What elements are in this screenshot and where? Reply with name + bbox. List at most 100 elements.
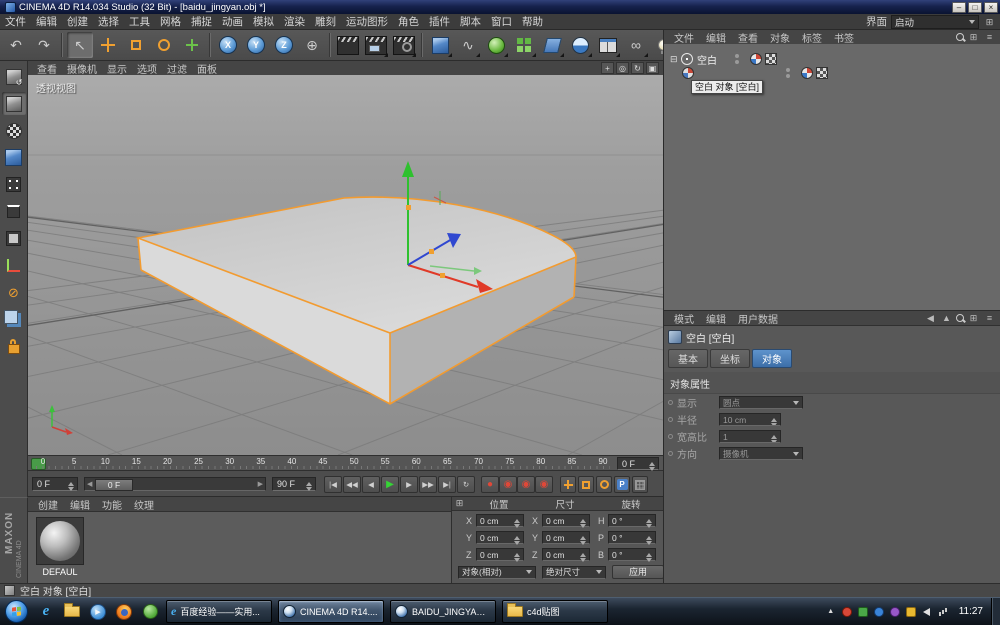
- material-tab[interactable]: 创建: [32, 497, 64, 512]
- phong-tag-icon[interactable]: [750, 53, 762, 65]
- layout-dropdown[interactable]: 启动: [891, 15, 979, 29]
- scale-tool-button[interactable]: [123, 32, 149, 58]
- tab-object[interactable]: 对象: [752, 349, 792, 368]
- redo-button[interactable]: ↷: [31, 32, 57, 58]
- viewport-solo-single-button[interactable]: [2, 308, 26, 331]
- menu-item[interactable]: 捕捉: [186, 14, 217, 29]
- spinner-icon[interactable]: [646, 516, 653, 531]
- coord-mode-dropdown[interactable]: 对象(相对): [458, 566, 536, 579]
- rotate-view-icon[interactable]: ↻: [631, 62, 644, 74]
- tray-security-icon[interactable]: [889, 606, 901, 618]
- timeline-ruler[interactable]: 051015202530354045505560657075808590 0 F: [28, 455, 663, 471]
- size-x-field[interactable]: 0 cm: [542, 514, 590, 527]
- attribute-manager-tab[interactable]: 模式: [668, 311, 700, 326]
- apply-button[interactable]: 应用: [612, 565, 664, 579]
- back-icon[interactable]: ◀: [924, 312, 937, 324]
- render-view-button[interactable]: [335, 32, 361, 58]
- search-icon[interactable]: [956, 33, 964, 41]
- object-row[interactable]: ⊟ 空白: [664, 52, 1000, 66]
- viewport-menu-item[interactable]: 摄像机: [62, 61, 102, 76]
- edges-mode-button[interactable]: [2, 200, 26, 223]
- menu-item[interactable]: 文件: [0, 14, 31, 29]
- lock-z-axis-button[interactable]: Z: [271, 32, 297, 58]
- previous-key-button[interactable]: ◀◀: [343, 476, 361, 493]
- spinner-icon[interactable]: [771, 415, 778, 426]
- viewport-canvas[interactable]: 透视视图: [28, 75, 663, 455]
- object-manager-tab[interactable]: 查看: [732, 30, 764, 45]
- go-to-start-button[interactable]: |◀: [324, 476, 342, 493]
- quicklaunch-browser[interactable]: [139, 601, 161, 623]
- hidden-icons-arrow[interactable]: ▲: [825, 606, 837, 618]
- viewport-menu-item[interactable]: 显示: [102, 61, 132, 76]
- points-mode-button[interactable]: [2, 173, 26, 196]
- slider-left-arrow-icon[interactable]: ◀: [87, 480, 92, 488]
- autokey-scale-button[interactable]: ◉: [517, 476, 535, 493]
- material-tab[interactable]: 编辑: [64, 497, 96, 512]
- zoom-view-icon[interactable]: ◎: [616, 62, 629, 74]
- spinner-icon[interactable]: [306, 479, 313, 494]
- spinner-icon[interactable]: [514, 533, 521, 548]
- workplane-mode-button[interactable]: [2, 146, 26, 169]
- select-tool-button[interactable]: ↖: [67, 32, 93, 58]
- spinner-icon[interactable]: [514, 516, 521, 531]
- autokey-position-button[interactable]: ◉: [499, 476, 517, 493]
- add-generator-button[interactable]: [483, 32, 509, 58]
- size-z-field[interactable]: 0 cm: [542, 548, 590, 561]
- lock-x-axis-button[interactable]: X: [215, 32, 241, 58]
- viewport-menu-item[interactable]: 选项: [132, 61, 162, 76]
- orientation-dropdown[interactable]: 摄像机: [719, 447, 803, 460]
- spinner-icon[interactable]: [68, 479, 75, 494]
- record-keyframe-button[interactable]: ●: [481, 476, 499, 493]
- loop-button[interactable]: ↻: [457, 476, 475, 493]
- keyframe-dot-icon[interactable]: [668, 417, 673, 422]
- menu-item[interactable]: 运动图形: [341, 14, 393, 29]
- spinner-icon[interactable]: [580, 516, 587, 531]
- rotation-p-field[interactable]: 0 °: [608, 531, 656, 544]
- rotation-keys-toggle[interactable]: [596, 476, 612, 493]
- lock-y-axis-button[interactable]: Y: [243, 32, 269, 58]
- rotation-h-field[interactable]: 0 °: [608, 514, 656, 527]
- taskbar-window-folder[interactable]: c4d贴图: [502, 600, 608, 623]
- show-desktop-button[interactable]: [991, 598, 1000, 625]
- viewport-menu-item[interactable]: 查看: [32, 61, 62, 76]
- spinner-icon[interactable]: [580, 550, 587, 565]
- object-tree[interactable]: ⊟ 空白 空白 对象 [空白]: [664, 44, 1000, 310]
- add-cube-button[interactable]: [427, 32, 453, 58]
- rotate-tool-button[interactable]: [151, 32, 177, 58]
- attribute-manager-tab[interactable]: 编辑: [700, 311, 732, 326]
- grid-icon[interactable]: ⊞: [967, 31, 980, 43]
- spinner-icon[interactable]: [646, 550, 653, 565]
- size-y-field[interactable]: 0 cm: [542, 531, 590, 544]
- material-tab[interactable]: 功能: [96, 497, 128, 512]
- menu-icon[interactable]: ≡: [983, 31, 996, 43]
- taskbar-window-baidu[interactable]: e 百度经验——实用...: [166, 600, 272, 623]
- keyframe-dot-icon[interactable]: [668, 451, 673, 456]
- network-icon[interactable]: [937, 606, 949, 618]
- object-name[interactable]: 空白: [697, 52, 717, 67]
- tray-update-icon[interactable]: [873, 606, 885, 618]
- menu-item[interactable]: 窗口: [486, 14, 517, 29]
- menu-item[interactable]: 创建: [62, 14, 93, 29]
- tray-antivirus-icon[interactable]: [841, 606, 853, 618]
- enable-axis-button[interactable]: [2, 254, 26, 277]
- tree-expander-icon[interactable]: ⊟: [670, 54, 681, 65]
- object-manager-tab[interactable]: 书签: [828, 30, 860, 45]
- keyframe-dot-icon[interactable]: [668, 400, 673, 405]
- spinner-icon[interactable]: [771, 432, 778, 443]
- add-spline-button[interactable]: ∿: [455, 32, 481, 58]
- start-frame-field[interactable]: 0 F: [32, 477, 78, 491]
- menu-item[interactable]: 插件: [424, 14, 455, 29]
- taskbar-window-cinema4d[interactable]: CINEMA 4D R14....: [278, 600, 384, 623]
- texture-mode-button[interactable]: [2, 119, 26, 142]
- display-dropdown[interactable]: 圆点: [719, 396, 803, 409]
- viewport-menu-item[interactable]: 面板: [192, 61, 222, 76]
- menu-item[interactable]: 网格: [155, 14, 186, 29]
- coordinate-system-button[interactable]: ⊕: [299, 32, 325, 58]
- render-settings-button[interactable]: [391, 32, 417, 58]
- spinner-icon[interactable]: [580, 533, 587, 548]
- keyframe-dot-icon[interactable]: [668, 434, 673, 439]
- slider-right-arrow-icon[interactable]: ▶: [258, 480, 263, 488]
- parameter-keys-toggle[interactable]: P: [614, 476, 630, 493]
- attribute-manager-tab[interactable]: 用户数据: [732, 311, 784, 326]
- quicklaunch-media-player[interactable]: ▶: [87, 601, 109, 623]
